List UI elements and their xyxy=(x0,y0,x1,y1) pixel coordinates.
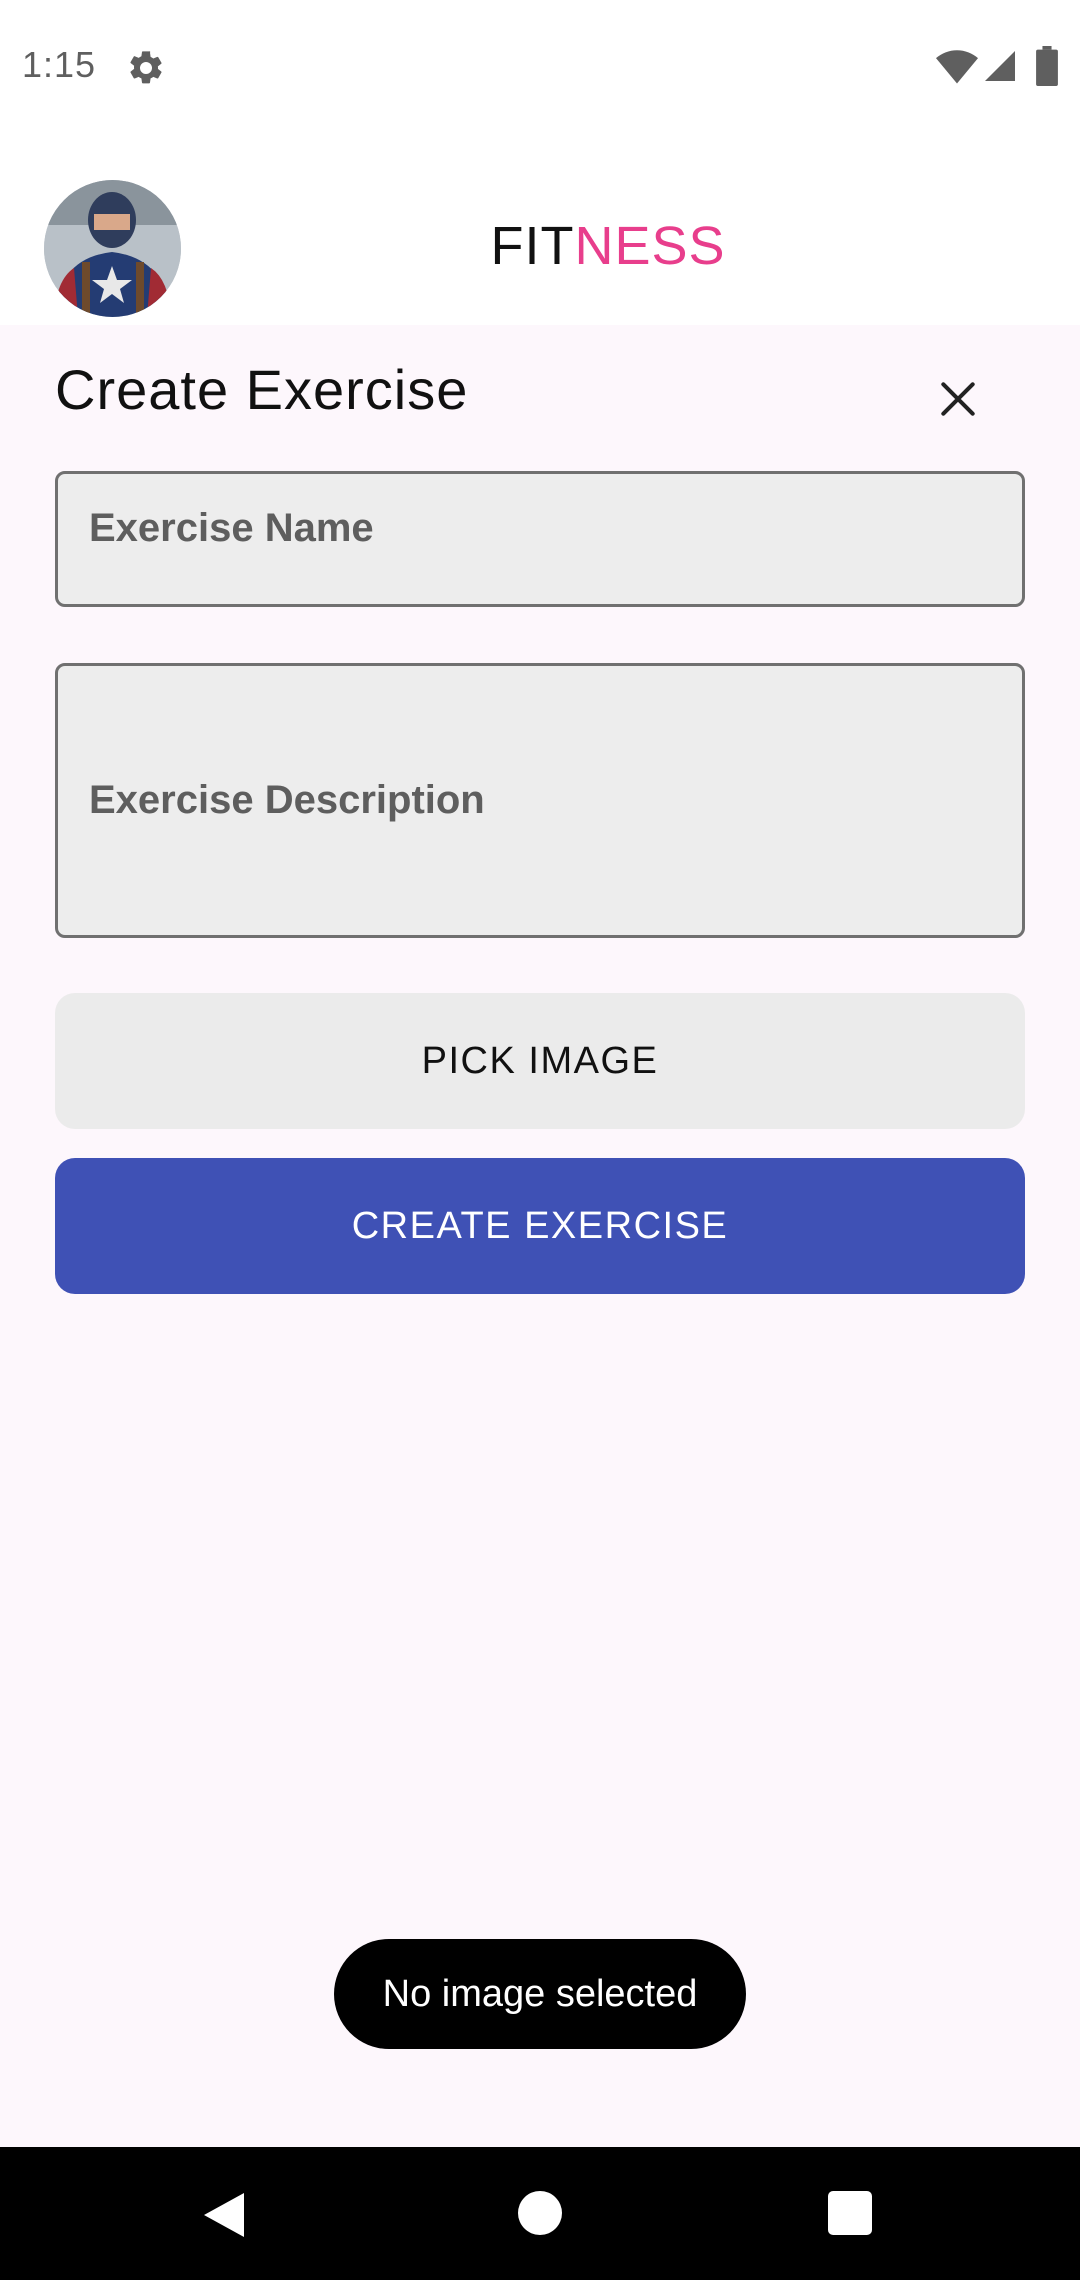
create-exercise-label: CREATE EXERCISE xyxy=(351,1204,729,1247)
pick-image-button[interactable]: PICK IMAGE xyxy=(55,993,1025,1129)
app-header: FITNESS xyxy=(0,135,1080,325)
brand-fit: FIT xyxy=(490,216,575,276)
exercise-description-field[interactable]: Exercise Description xyxy=(55,663,1025,938)
status-bar: 1:15 xyxy=(0,0,1080,135)
toast-message: No image selected xyxy=(334,1939,746,2049)
signal-icon xyxy=(985,51,1015,81)
pick-image-label: PICK IMAGE xyxy=(421,1039,659,1082)
status-time: 1:15 xyxy=(22,44,97,85)
toast-text: No image selected xyxy=(382,1972,698,2015)
exercise-name-field[interactable]: Exercise Name xyxy=(55,471,1025,607)
navigation-bar xyxy=(0,2147,1080,2280)
gear-icon xyxy=(130,51,162,84)
back-icon[interactable] xyxy=(200,2189,248,2241)
close-button[interactable] xyxy=(922,363,994,435)
battery-icon xyxy=(1036,46,1058,86)
page-title: Create Exercise xyxy=(55,358,469,421)
close-icon xyxy=(941,382,975,416)
exercise-description-placeholder: Exercise Description xyxy=(89,778,485,822)
create-exercise-button[interactable]: CREATE EXERCISE xyxy=(55,1158,1025,1294)
brand-ness: NESS xyxy=(574,216,726,276)
wifi-icon xyxy=(936,50,978,84)
create-exercise-sheet: Create Exercise Exercise Name Exercise D… xyxy=(0,325,1080,2147)
app-brand-title: FITNESS xyxy=(0,215,1080,277)
home-icon[interactable] xyxy=(518,2191,562,2235)
exercise-name-placeholder: Exercise Name xyxy=(89,506,374,550)
recents-icon[interactable] xyxy=(828,2191,872,2235)
